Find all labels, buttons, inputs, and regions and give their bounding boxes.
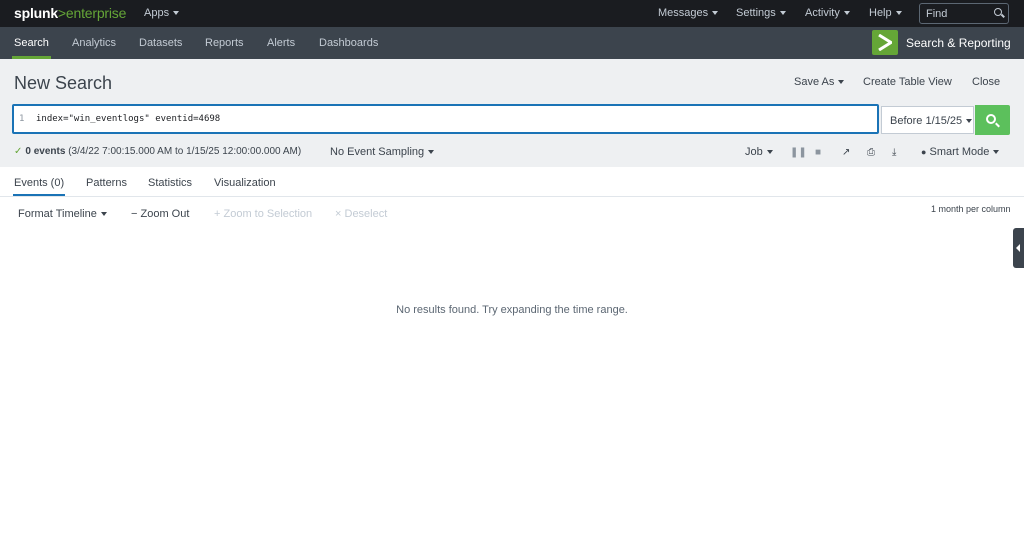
empty-results-message: No results found. Try expanding the time… — [396, 304, 628, 316]
sampling-label: No Event Sampling — [330, 146, 425, 158]
side-panel-handle[interactable] — [1013, 228, 1024, 268]
format-timeline-label: Format Timeline — [18, 208, 97, 220]
chevron-down-icon — [843, 11, 850, 16]
activity-label: Activity — [805, 7, 840, 19]
event-sampling-dropdown[interactable]: No Event Sampling — [330, 146, 435, 158]
apps-menu[interactable]: Apps — [144, 7, 180, 19]
query-text[interactable]: index="win_eventlogs" eventid=4698 — [36, 114, 220, 124]
settings-label: Settings — [736, 7, 776, 19]
stop-icon[interactable]: ■ — [815, 147, 821, 158]
pause-icon[interactable]: ❚❚ — [790, 147, 807, 158]
event-count: 0 events — [25, 146, 66, 157]
deselect-button[interactable]: × Deselect — [335, 208, 387, 220]
time-range-picker[interactable]: Before 1/15/25 — [881, 106, 974, 134]
chevron-down-icon — [993, 150, 1000, 155]
timeline-scale: 1 month per column — [931, 204, 1011, 214]
tab-divider — [0, 196, 1024, 197]
messages-menu[interactable]: Messages — [658, 7, 719, 19]
search-mode-dropdown[interactable]: ● Smart Mode — [921, 146, 1000, 158]
line-number: 1 — [19, 114, 25, 124]
chevron-down-icon — [428, 150, 435, 155]
logo-main: splunk — [14, 5, 58, 21]
time-range-label: Before 1/15/25 — [890, 115, 963, 127]
check-icon: ✓ — [14, 146, 23, 157]
save-as-label: Save As — [794, 76, 835, 88]
tab-dashboards[interactable]: Dashboards — [319, 27, 378, 59]
tab-analytics[interactable]: Analytics — [72, 27, 116, 59]
tab-statistics[interactable]: Statistics — [148, 177, 192, 189]
search-icon — [986, 114, 996, 124]
apps-label: Apps — [144, 7, 170, 19]
activity-menu[interactable]: Activity — [805, 7, 850, 19]
logo-gt: > — [57, 5, 66, 21]
zoom-to-selection-button[interactable]: + Zoom to Selection — [214, 208, 312, 220]
tab-search[interactable]: Search — [12, 27, 51, 59]
create-table-view-button[interactable]: Create Table View — [863, 76, 952, 88]
tab-patterns[interactable]: Patterns — [86, 177, 127, 189]
chevron-right-icon — [878, 34, 892, 51]
chevron-down-icon — [173, 11, 180, 16]
time-span: (3/4/22 7:00:15.000 AM to 1/15/25 12:00:… — [68, 146, 302, 157]
close-icon: × — [335, 208, 342, 220]
chevron-down-icon — [712, 11, 719, 16]
tab-alerts[interactable]: Alerts — [267, 27, 295, 59]
zoom-out-label: Zoom Out — [140, 208, 190, 220]
save-as-button[interactable]: Save As — [794, 76, 845, 88]
chevron-down-icon — [895, 11, 902, 16]
help-menu[interactable]: Help — [869, 7, 902, 19]
settings-menu[interactable]: Settings — [736, 7, 786, 19]
messages-label: Messages — [658, 7, 709, 19]
splunk-logo[interactable]: splunk>enterprise — [14, 5, 126, 21]
print-icon[interactable]: ⎙ — [867, 147, 875, 158]
zoom-out-button[interactable]: − Zoom Out — [131, 208, 189, 220]
job-menu[interactable]: Job — [745, 146, 773, 158]
share-icon[interactable]: ↗ — [842, 147, 850, 158]
export-icon[interactable]: ⤓ — [892, 147, 896, 158]
mode-label: Smart Mode — [929, 146, 990, 158]
search-query-input[interactable]: 1 index="win_eventlogs" eventid=4698 — [12, 104, 879, 134]
app-bar: Search Analytics Datasets Reports Alerts… — [0, 27, 1024, 59]
minus-icon: − — [131, 208, 138, 220]
page-title: New Search — [14, 73, 113, 93]
close-button[interactable]: Close — [972, 76, 1000, 88]
job-status: ✓ 0 events (3/4/22 7:00:15.000 AM to 1/15… — [14, 146, 301, 157]
logo-sub: enterprise — [65, 5, 127, 21]
help-label: Help — [869, 7, 892, 19]
search-button[interactable] — [975, 105, 1010, 135]
tab-events[interactable]: Events (0) — [12, 177, 66, 196]
chevron-down-icon — [766, 150, 773, 155]
app-logo[interactable] — [872, 30, 898, 55]
chevron-down-icon — [838, 80, 845, 85]
app-name[interactable]: Search & Reporting — [906, 36, 1011, 50]
bulb-icon: ● — [921, 147, 927, 157]
tab-visualization[interactable]: Visualization — [214, 177, 276, 189]
zoom-selection-label: Zoom to Selection — [223, 208, 313, 220]
plus-icon: + — [214, 208, 221, 220]
job-label: Job — [745, 146, 763, 158]
chevron-down-icon — [966, 119, 973, 124]
chevron-down-icon — [779, 11, 786, 16]
format-timeline-dropdown[interactable]: Format Timeline — [18, 208, 107, 220]
chevron-down-icon — [100, 212, 107, 217]
tab-reports[interactable]: Reports — [205, 27, 244, 59]
deselect-label: Deselect — [344, 208, 388, 220]
search-icon — [994, 8, 1002, 16]
tab-datasets[interactable]: Datasets — [139, 27, 182, 59]
